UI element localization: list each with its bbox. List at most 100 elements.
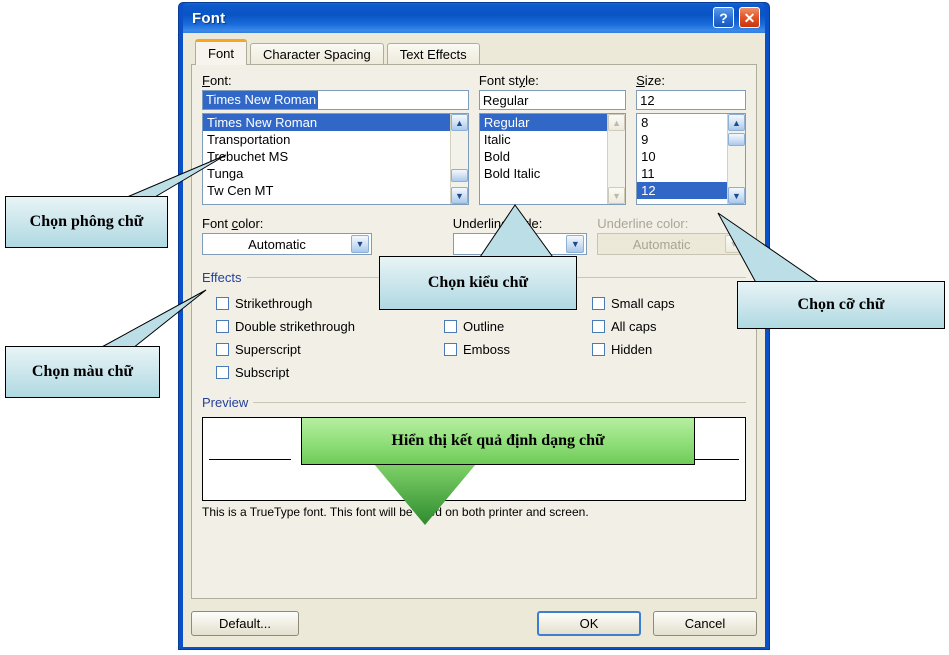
preview-divider [202,402,746,403]
checkbox-icon[interactable] [444,342,457,356]
font-size-label-rest: ize: [644,73,665,88]
effect-superscript[interactable]: Superscript [216,339,444,359]
close-icon[interactable]: ✕ [739,7,760,28]
effect-label: Hidden [611,341,653,357]
font-style-label-b: le: [525,73,539,88]
effect-label: Outline [463,318,505,334]
font-size-label: Size: [636,73,665,88]
scroll-down-icon[interactable]: ▼ [608,187,626,204]
font-size-list-scrollbar[interactable]: ▲ ▼ [727,114,745,204]
list-item[interactable]: Bold [480,148,607,165]
scroll-up-icon[interactable]: ▲ [450,114,468,131]
scroll-thumb[interactable] [728,133,745,146]
ok-button[interactable]: OK [537,610,641,636]
effect-double-strikethrough[interactable]: Double strikethrough [216,316,444,336]
font-callout: Chọn phông chữ [5,196,168,248]
tab-font[interactable]: Font [195,39,248,65]
checkbox-icon[interactable] [592,296,605,310]
scroll-up-icon[interactable]: ▲ [608,114,626,131]
list-item[interactable]: Italic [480,131,607,148]
tab-strip: Font Character Spacing Text Effects [195,39,757,65]
font-dialog: Font ? ✕ Font Character Spacing Text Eff… [178,2,770,650]
cancel-button-label: Cancel [684,615,726,631]
preview-callout-text: Hiển thị kết quả định dạng chữ [391,432,605,449]
list-item[interactable]: 11 [637,165,727,182]
checkbox-icon[interactable] [592,319,605,333]
preview-group-header: Preview [202,394,746,412]
list-item[interactable]: Times New Roman [203,114,450,131]
font-input[interactable]: Times New Roman [202,90,469,110]
font-color-value: Automatic [248,236,306,252]
list-item[interactable]: 12 [637,182,727,199]
font-label-rest: ont: [209,73,232,88]
font-selection-row: Font: Times New Roman Times New Roman Tr… [202,73,746,205]
scroll-down-icon[interactable]: ▼ [728,187,745,204]
style-callout-text: Chọn kiểu chữ [427,274,529,291]
ok-button-label: OK [579,615,599,631]
scroll-thumb[interactable] [450,169,468,182]
font-size-listbox[interactable]: 8 9 10 11 12 ▲ ▼ [636,113,746,205]
effect-outline[interactable]: Outline [444,316,592,336]
dialog-title: Font [192,9,226,27]
tab-text-effects[interactable]: Text Effects [386,43,480,65]
preview-rule-left [209,459,291,460]
font-style-column: Font style: Regular Regular Italic Bold … [478,73,627,205]
style-callout: Chọn kiểu chữ [379,256,577,310]
size-callout: Chọn cỡ chữ [737,281,945,329]
color-callout-text: Chọn màu chữ [31,363,134,380]
list-item[interactable]: Transportation [203,131,450,148]
tab-character-spacing[interactable]: Character Spacing [250,43,384,65]
font-style-input[interactable]: Regular [478,90,627,110]
preview-callout-tail [370,463,500,533]
list-item[interactable]: Bold Italic [480,165,607,182]
list-item[interactable]: Regular [479,114,608,131]
scroll-up-icon[interactable]: ▲ [728,114,745,131]
default-button[interactable]: Default... [191,610,299,636]
font-size-column: Size: 12 8 9 10 11 12 ▲ ▼ [636,73,746,205]
dialog-body: Font Character Spacing Text Effects Font… [183,33,765,647]
effect-subscript[interactable]: Subscript [216,362,444,382]
effects-title: Effects [202,270,247,285]
chevron-down-icon[interactable]: ▼ [351,235,369,253]
font-style-listbox[interactable]: Regular Italic Bold Bold Italic ▲ ▼ [478,113,627,205]
font-color-combo[interactable]: Automatic ▼ [202,233,372,255]
font-callout-text: Chọn phông chữ [29,213,144,230]
font-size-input[interactable]: 12 [636,90,746,110]
effect-label: All caps [611,318,657,334]
list-item[interactable]: 8 [637,114,727,131]
effect-label: Small caps [611,295,675,311]
scroll-track [608,131,625,187]
effect-emboss[interactable]: Emboss [444,339,592,359]
help-icon[interactable]: ? [713,7,734,28]
checkbox-icon[interactable] [444,319,457,333]
dialog-button-bar: Default... OK Cancel [191,607,757,639]
effect-all-caps[interactable]: All caps [592,316,746,336]
font-style-list-scrollbar[interactable]: ▲ ▼ [607,114,626,204]
scroll-track[interactable] [450,131,468,187]
font-input-value: Times New Roman [203,91,319,109]
font-label: Font: [202,73,232,88]
scroll-track[interactable] [728,131,745,187]
underline-color-label-text: Underline color: [597,216,689,231]
preview-callout: Hiển thị kết quả định dạng chữ [301,417,695,465]
tab-font-label: Font [208,46,235,61]
color-callout: Chọn màu chữ [5,346,160,398]
preview-title: Preview [202,395,254,410]
font-style-list-items: Regular Italic Bold Bold Italic [479,114,608,204]
font-size-input-value: 12 [640,92,655,108]
dialog-titlebar[interactable]: Font ? ✕ [183,3,765,33]
effect-engrave[interactable] [444,362,592,382]
cancel-button[interactable]: Cancel [653,610,757,636]
effect-label: Double strikethrough [235,318,355,334]
tab-character-spacing-label: Character Spacing [263,47,371,62]
list-item[interactable]: 10 [637,148,727,165]
font-size-list-items: 8 9 10 11 12 [637,114,727,204]
size-callout-text: Chọn cỡ chữ [797,296,885,313]
list-item[interactable]: 9 [637,131,727,148]
effect-hidden[interactable]: Hidden [592,339,746,359]
checkbox-icon[interactable] [592,342,605,356]
default-button-label: Default... [218,615,272,631]
tab-text-effects-label: Text Effects [399,47,467,62]
font-list-scrollbar[interactable]: ▲ ▼ [449,114,468,204]
effect-label: Emboss [463,341,510,357]
